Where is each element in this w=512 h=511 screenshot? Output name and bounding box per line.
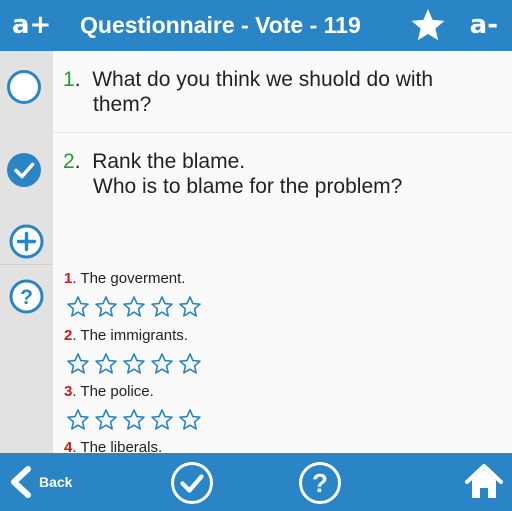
option-label: 3. The police. bbox=[64, 383, 154, 400]
star-outline-icon[interactable] bbox=[178, 295, 202, 319]
option-text: The police. bbox=[80, 383, 154, 400]
option-number: 4 bbox=[64, 439, 73, 453]
star-outline-icon[interactable] bbox=[122, 408, 146, 432]
star-outline-icon[interactable] bbox=[66, 408, 90, 432]
home-icon[interactable] bbox=[464, 462, 504, 502]
star-outline-icon[interactable] bbox=[178, 408, 202, 432]
check-circle-icon[interactable] bbox=[170, 461, 214, 505]
star-icon[interactable] bbox=[410, 7, 446, 43]
option-label: 2. The immigrants. bbox=[64, 327, 188, 344]
back-label: Back bbox=[39, 474, 73, 490]
question-number: 1 bbox=[63, 68, 75, 91]
font-decrease-button[interactable]: a- bbox=[470, 0, 498, 51]
page-title: Questionnaire - Vote - 119 bbox=[80, 12, 361, 38]
star-rating[interactable] bbox=[66, 408, 202, 432]
star-outline-icon[interactable] bbox=[94, 352, 118, 376]
question-text-line: Rank the blame. bbox=[92, 150, 246, 173]
font-increase-button[interactable]: a+ bbox=[12, 0, 51, 51]
question-number: 2 bbox=[63, 150, 75, 173]
svg-text:?: ? bbox=[20, 286, 33, 309]
option-label: 4. The liberals. bbox=[64, 439, 162, 453]
question-2[interactable]: 2. Rank the blame. Who is to blame for t… bbox=[63, 149, 402, 199]
option-number: 2 bbox=[64, 327, 73, 344]
plus-circle-icon[interactable] bbox=[9, 224, 44, 259]
option-label: 1. The goverment. bbox=[64, 270, 186, 287]
star-rating[interactable] bbox=[66, 352, 202, 376]
option-number: 3 bbox=[64, 383, 73, 400]
questionnaire-content: 1. What do you think we shuold do with t… bbox=[53, 51, 512, 453]
star-outline-icon[interactable] bbox=[122, 352, 146, 376]
sidebar-divider bbox=[0, 264, 53, 265]
divider bbox=[53, 132, 512, 133]
option-number: 1 bbox=[64, 270, 73, 287]
star-outline-icon[interactable] bbox=[94, 408, 118, 432]
star-outline-icon[interactable] bbox=[150, 408, 174, 432]
star-outline-icon[interactable] bbox=[122, 295, 146, 319]
sidebar: ? bbox=[0, 51, 53, 453]
question-circle-icon[interactable]: ? bbox=[9, 279, 44, 314]
question-text-line: What do you think we shuold do with bbox=[92, 68, 434, 91]
star-outline-icon[interactable] bbox=[178, 352, 202, 376]
option-text: The liberals. bbox=[80, 439, 163, 453]
star-rating[interactable] bbox=[66, 295, 202, 319]
star-outline-icon[interactable] bbox=[94, 295, 118, 319]
option-text: The goverment. bbox=[80, 270, 186, 287]
top-bar: a+ Questionnaire - Vote - 119 a- bbox=[0, 0, 512, 51]
star-outline-icon[interactable] bbox=[150, 295, 174, 319]
bottom-bar: Back ? bbox=[0, 453, 512, 511]
circle-check-icon[interactable] bbox=[6, 152, 42, 188]
star-outline-icon[interactable] bbox=[150, 352, 174, 376]
circle-unchecked-icon[interactable] bbox=[6, 69, 42, 105]
question-text-line: them? bbox=[93, 93, 152, 116]
question-1[interactable]: 1. What do you think we shuold do with t… bbox=[63, 67, 433, 117]
help-circle-icon[interactable]: ? bbox=[298, 461, 342, 505]
star-outline-icon[interactable] bbox=[66, 352, 90, 376]
option-text: The immigrants. bbox=[80, 327, 188, 344]
star-outline-icon[interactable] bbox=[66, 295, 90, 319]
question-text-line: Who is to blame for the problem? bbox=[93, 175, 403, 198]
svg-text:?: ? bbox=[312, 468, 328, 498]
back-arrow-icon bbox=[11, 466, 31, 498]
